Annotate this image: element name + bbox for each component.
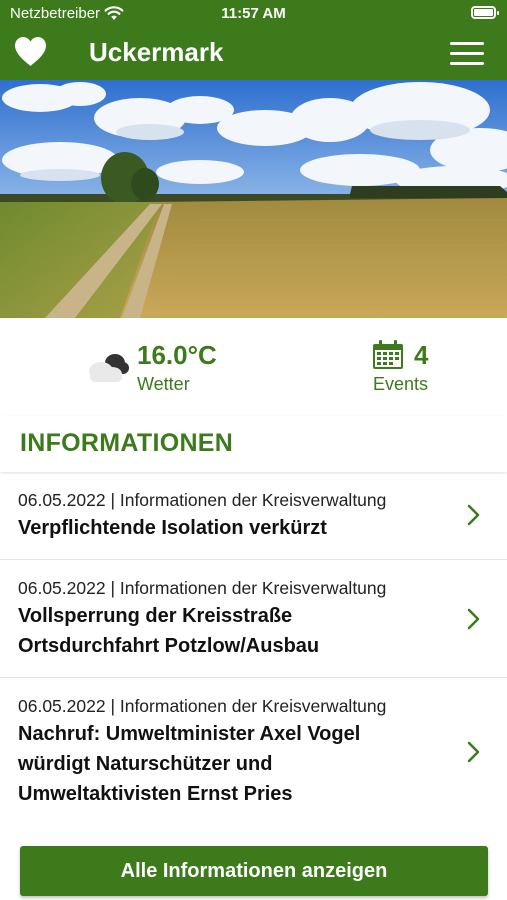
events-label: Events — [373, 374, 429, 394]
news-item[interactable]: 06.05.2022 | Informationen der Kreisverw… — [0, 560, 507, 678]
battery-icon — [471, 6, 499, 19]
news-meta: 06.05.2022 | Informationen der Kreisverw… — [18, 696, 387, 716]
stats-row: 16.0°C Wetter 4 Events — [0, 318, 507, 416]
news-title: Nachruf: Umweltminister Axel Vogel würdi… — [18, 723, 361, 805]
calendar-icon — [373, 340, 403, 369]
chevron-right-icon — [467, 504, 480, 526]
navigation-header: Uckermark — [0, 28, 507, 80]
menu-icon[interactable] — [450, 40, 484, 66]
news-meta: 06.05.2022 | Informationen der Kreisverw… — [18, 490, 387, 510]
status-bar: Netzbetreiber 11:57 AM — [0, 0, 507, 28]
news-title: Vollsperrung der Kreisstraße Ortsdurchfa… — [18, 605, 320, 657]
show-all-information-button[interactable]: Alle Informationen anzeigen — [20, 846, 488, 896]
events-widget[interactable]: 4 Events — [370, 340, 460, 400]
hero-image — [0, 80, 507, 318]
news-meta: 06.05.2022 | Informationen der Kreisverw… — [18, 578, 387, 598]
section-title: INFORMATIONEN — [20, 429, 234, 457]
events-count: 4 — [414, 340, 429, 370]
landscape-photo — [0, 80, 507, 318]
section-header: INFORMATIONEN — [0, 416, 507, 472]
weather-label: Wetter — [137, 374, 190, 394]
app-header-bar: Netzbetreiber 11:57 AM Uckermark — [0, 0, 507, 80]
chevron-right-icon — [467, 741, 480, 763]
news-title: Verpflichtende Isolation verkürzt — [18, 517, 327, 539]
news-item[interactable]: 06.05.2022 | Informationen der Kreisverw… — [0, 474, 507, 560]
cloud-icon — [89, 354, 129, 382]
chevron-right-icon — [467, 608, 480, 630]
app-title: Uckermark — [89, 37, 224, 67]
heart-icon[interactable] — [13, 35, 48, 67]
temperature-value: 16.0°C — [137, 340, 217, 370]
weather-widget[interactable]: 16.0°C Wetter — [84, 340, 244, 400]
news-item[interactable]: 06.05.2022 | Informationen der Kreisverw… — [0, 678, 507, 818]
status-time: 11:57 AM — [221, 5, 286, 22]
